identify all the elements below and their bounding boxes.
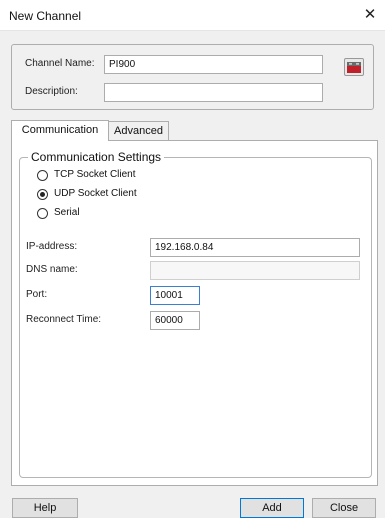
communication-panel: Communication Settings TCP Socket Client… xyxy=(11,140,378,486)
reconnect-time-label: Reconnect Time: xyxy=(26,314,102,325)
port-input[interactable]: 10001 xyxy=(150,286,200,305)
channel-name-input[interactable]: PI900 xyxy=(104,55,323,74)
description-input[interactable] xyxy=(104,83,323,102)
ip-address-input[interactable]: 192.168.0.84 xyxy=(150,238,360,257)
radio-button[interactable] xyxy=(37,170,48,181)
channel-name-label: Channel Name: xyxy=(25,58,95,69)
window-title: New Channel xyxy=(9,9,82,23)
title-bar: New Channel ✕ xyxy=(0,0,385,31)
add-button[interactable]: Add xyxy=(240,498,304,518)
radio-label: Serial xyxy=(54,207,80,218)
reconnect-time-input[interactable]: 60000 xyxy=(150,311,200,330)
channel-device-icon xyxy=(344,58,364,76)
communication-settings-legend: Communication Settings xyxy=(28,150,165,164)
tab-communication[interactable]: Communication xyxy=(11,120,109,141)
radio-button-checked[interactable] xyxy=(37,189,48,200)
radio-button[interactable] xyxy=(37,208,48,219)
description-label: Description: xyxy=(25,86,78,97)
dns-name-input[interactable] xyxy=(150,261,360,280)
radio-label: UDP Socket Client xyxy=(54,188,137,199)
dns-name-label: DNS name: xyxy=(26,264,78,275)
tab-advanced[interactable]: Advanced xyxy=(108,121,169,140)
help-button[interactable]: Help xyxy=(12,498,78,518)
close-button[interactable]: Close xyxy=(312,498,376,518)
radio-label: TCP Socket Client xyxy=(54,169,136,180)
close-icon[interactable]: ✕ xyxy=(355,0,385,30)
ip-address-label: IP-address: xyxy=(26,241,78,252)
port-label: Port: xyxy=(26,289,48,300)
